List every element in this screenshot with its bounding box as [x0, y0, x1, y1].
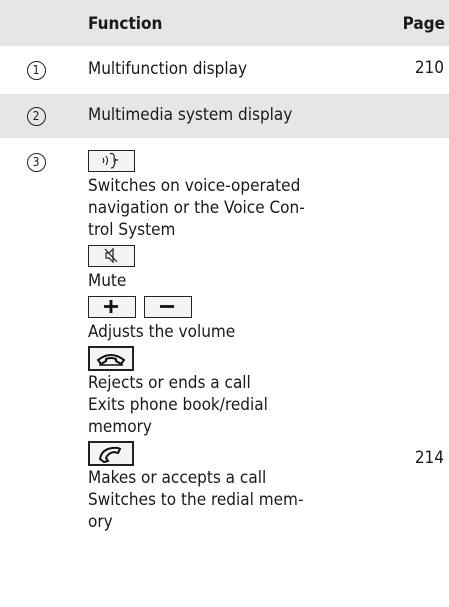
row-function-cell: Switches on voice-operated navigation or… [72, 138, 385, 536]
table-row: 3 Switches on voice-operated navigation … [0, 138, 449, 536]
volume-minus-key-icon [144, 296, 192, 318]
function-text: Switches on voice-operated [88, 176, 301, 196]
circled-number: 3 [26, 153, 46, 172]
table-header-row: Function Page [0, 0, 449, 47]
header-page: Page [402, 13, 445, 34]
table-row: 2 Multimedia system display [0, 92, 449, 139]
function-table: Function Page 1 Multifunction display 21… [0, 0, 449, 536]
page-ref [385, 92, 449, 139]
page-ref: 210 [385, 46, 449, 93]
circled-number: 1 [26, 61, 46, 80]
function-text: Switches to the redial mem- [88, 490, 304, 510]
row-function-cell: Multifunction display [72, 46, 385, 93]
function-text: Exits phone book/redial [88, 395, 268, 415]
mute-key-icon [88, 245, 135, 267]
row-number-cell: 3 [0, 138, 72, 536]
row-number-cell: 2 [0, 92, 72, 139]
table-row: 1 Multifunction display 210 [0, 46, 449, 93]
function-text: ory [88, 512, 113, 532]
voice-control-key-icon [88, 150, 135, 172]
function-text: trol System [88, 220, 176, 240]
function-text: Adjusts the volume [88, 322, 236, 342]
function-text: memory [88, 417, 152, 437]
page-ref: 214 [414, 448, 444, 468]
function-text: Rejects or ends a call [88, 373, 251, 393]
function-text: Mute [88, 271, 127, 291]
row-function-cell: Multimedia system display [72, 92, 385, 139]
row-number-cell: 1 [0, 46, 72, 93]
function-text: navigation or the Voice Con- [88, 198, 305, 218]
function-text: Multifunction display [88, 59, 248, 79]
page-ref-cell: 214 [385, 138, 449, 536]
circled-number: 2 [26, 107, 46, 126]
end-call-key-icon [88, 345, 134, 371]
volume-plus-key-icon [88, 296, 136, 318]
function-text: Multimedia system display [88, 105, 293, 125]
accept-call-key-icon [88, 440, 134, 466]
header-number-cell [0, 0, 72, 47]
function-text: Makes or accepts a call [88, 468, 267, 488]
header-function: Function [88, 13, 163, 34]
